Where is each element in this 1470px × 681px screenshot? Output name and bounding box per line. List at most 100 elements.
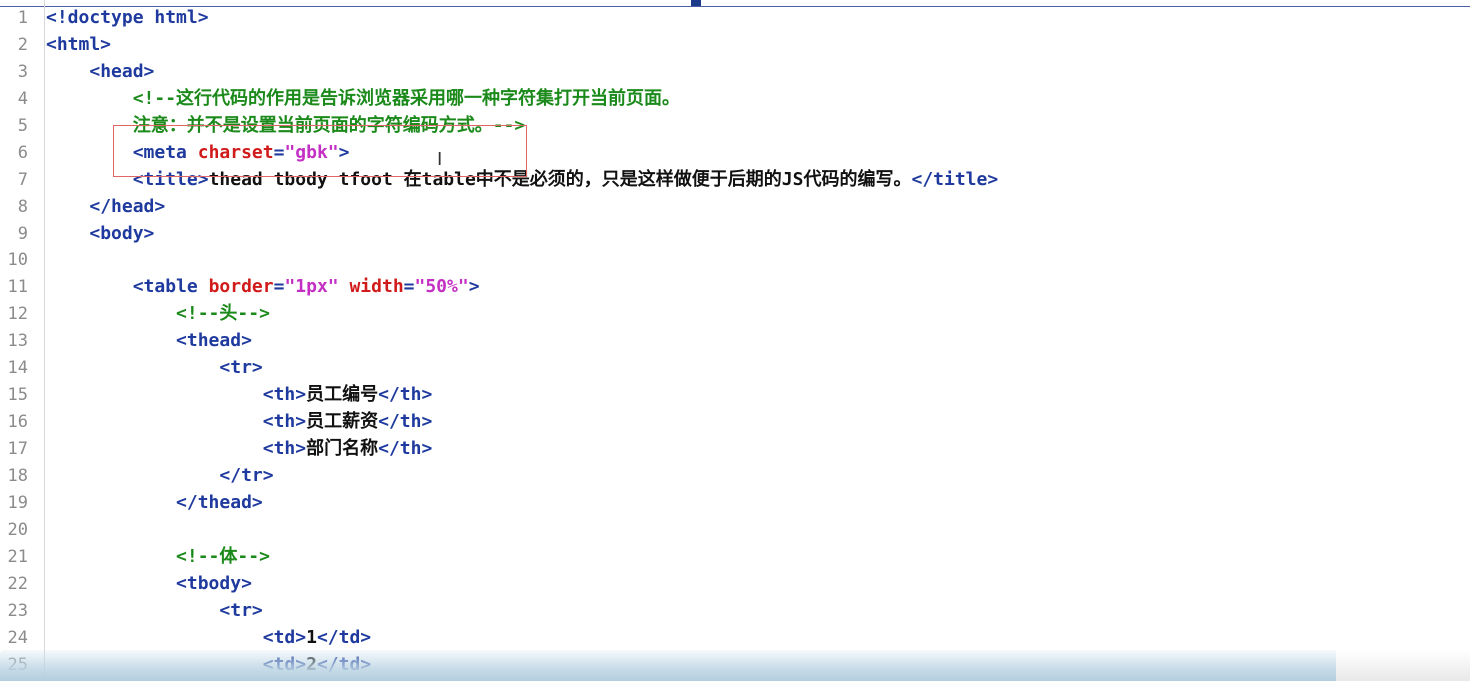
code-line[interactable]: 13 <thead> (0, 328, 1470, 355)
token-tag: > (468, 276, 480, 298)
token-val: "1px" (284, 276, 339, 298)
code-content: <thead> (46, 328, 252, 355)
code-line[interactable]: 8 </head> (0, 194, 1470, 221)
code-line[interactable]: 18 </tr> (0, 463, 1470, 490)
line-number: 17 (7, 439, 28, 459)
code-line[interactable]: 12 <!--头--> (0, 301, 1470, 328)
token-tag: <td> (262, 626, 307, 648)
code-line[interactable]: 2 <html> (0, 32, 1470, 59)
code-line[interactable]: 3 <head> (0, 59, 1470, 86)
token-txt: 员工编号 (306, 384, 379, 406)
token-tag: </tr> (219, 464, 274, 486)
token-tag: <html> (46, 33, 112, 55)
line-number: 22 (7, 573, 28, 594)
token-tag: <th> (262, 384, 307, 406)
token-tag: </title> (911, 168, 999, 190)
code-line[interactable]: 20 (0, 517, 1470, 544)
token-tag: </td> (316, 626, 372, 648)
code-line[interactable]: 11 <table border="1px" width="50%"> (0, 274, 1470, 301)
token-txt: 1 (306, 626, 317, 648)
line-number: 16 (7, 412, 28, 433)
line-number: 21 (7, 546, 28, 567)
token-tag: <tr> (219, 357, 263, 379)
code-line[interactable]: 10 (0, 247, 1470, 274)
token-tag: </th> (378, 438, 433, 459)
token-tag: </th> (378, 411, 433, 433)
token-tag: = (403, 276, 415, 298)
code-line[interactable]: 23 <tr> (0, 598, 1470, 625)
line-number: 11 (7, 277, 28, 298)
code-line[interactable]: 9 <body> (0, 221, 1470, 248)
line-number: 3 (17, 61, 28, 82)
line-number: 6 (17, 142, 28, 163)
code-content: <body> (46, 221, 154, 248)
line-number: 14 (7, 358, 28, 379)
highlight-box (113, 125, 527, 177)
line-number: 12 (7, 304, 28, 325)
code-content: <th>员工薪资</th> (46, 409, 433, 436)
token-cmt: <!--体--> (176, 545, 270, 567)
code-line[interactable]: 15 <th>员工编号</th> (0, 382, 1470, 409)
line-number: 2 (17, 34, 28, 55)
code-content: <!doctype html> (46, 5, 209, 32)
token-tag: <thead> (176, 330, 252, 352)
token-tag: <body> (89, 222, 155, 244)
code-content: <table border="1px" width="50%"> (46, 274, 480, 301)
token-tag: <table (132, 276, 209, 298)
code-content: <tbody> (46, 571, 252, 598)
line-number: 13 (7, 331, 28, 352)
code-content: <!--头--> (46, 301, 270, 328)
line-number: 5 (17, 115, 28, 136)
text-cursor-icon: I (437, 149, 443, 170)
line-number: 7 (17, 169, 28, 190)
line-number: 24 (7, 627, 28, 648)
code-content: <th>部门名称</th> (46, 436, 433, 463)
code-line[interactable]: 1 <!doctype html> (0, 5, 1470, 32)
code-line[interactable]: 21 <!--体--> (0, 544, 1470, 571)
token-txt: 部门名称 (306, 438, 379, 459)
code-line[interactable]: 22 <tbody> (0, 571, 1470, 598)
line-number: 23 (7, 600, 28, 621)
token-val: "50%" (414, 276, 469, 298)
token-attr: border (208, 276, 274, 298)
token-tag: </thead> (176, 491, 263, 513)
bottom-right-fade (1336, 650, 1470, 681)
token-tag: <th> (262, 438, 307, 459)
code-content: <!--体--> (46, 544, 270, 571)
code-line[interactable]: 19 </thead> (0, 490, 1470, 517)
line-number: 8 (17, 196, 28, 217)
code-content: </head> (46, 194, 165, 221)
token-cmt: <!--这行代码的作用是告诉浏览器采用哪一种字符集打开当前页面。 (132, 87, 681, 109)
token-tag: <tr> (219, 599, 263, 621)
line-number: 19 (7, 492, 28, 513)
code-content: </thead> (46, 490, 263, 517)
code-editor[interactable]: 1 <!doctype html> 2 <html> 3 <head> 4 <!--这行代… (0, 5, 1470, 681)
code-content: <!--这行代码的作用是告诉浏览器采用哪一种字符集打开当前页面。 (46, 86, 680, 113)
code-line[interactable]: 14 <tr> (0, 355, 1470, 382)
line-number: 1 (17, 8, 28, 28)
token-tag: <head> (89, 60, 155, 82)
code-content: <tr> (46, 355, 263, 382)
line-number: 4 (17, 88, 28, 109)
code-content: </tr> (46, 463, 274, 490)
code-line[interactable]: 16 <th>员工薪资</th> (0, 409, 1470, 436)
code-line[interactable]: 4 <!--这行代码的作用是告诉浏览器采用哪一种字符集打开当前页面。 (0, 86, 1470, 113)
line-number: 9 (17, 223, 28, 244)
code-line[interactable]: 24 <td>1</td> (0, 625, 1470, 652)
code-line[interactable]: 17 <th>部门名称</th> (0, 436, 1470, 463)
code-content: <th>员工编号</th> (46, 382, 433, 409)
token-attr: width (349, 276, 404, 298)
